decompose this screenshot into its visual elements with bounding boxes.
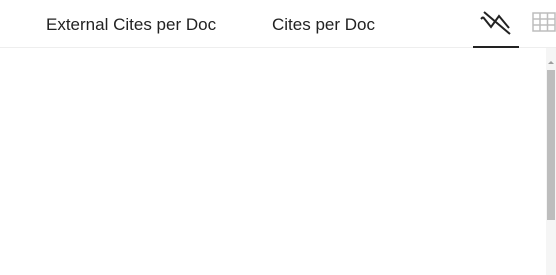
tab-cites-per-doc[interactable]: Cites per Doc (272, 14, 375, 36)
chart-area (0, 48, 546, 275)
table-view-button[interactable] (532, 6, 556, 42)
line-chart-icon (480, 9, 512, 40)
tab-external-cites-per-doc[interactable]: External Cites per Doc (46, 14, 216, 36)
vertical-scrollbar[interactable] (546, 48, 556, 275)
scroll-up-button[interactable] (546, 52, 556, 66)
chart-view-button[interactable] (473, 0, 519, 48)
chart-panel: External Cites per Doc Cites per Doc (0, 0, 556, 275)
metric-tab-bar: External Cites per Doc Cites per Doc (0, 0, 556, 48)
chevron-up-icon (548, 52, 554, 70)
scroll-thumb[interactable] (547, 70, 555, 220)
table-grid-icon (532, 11, 556, 37)
